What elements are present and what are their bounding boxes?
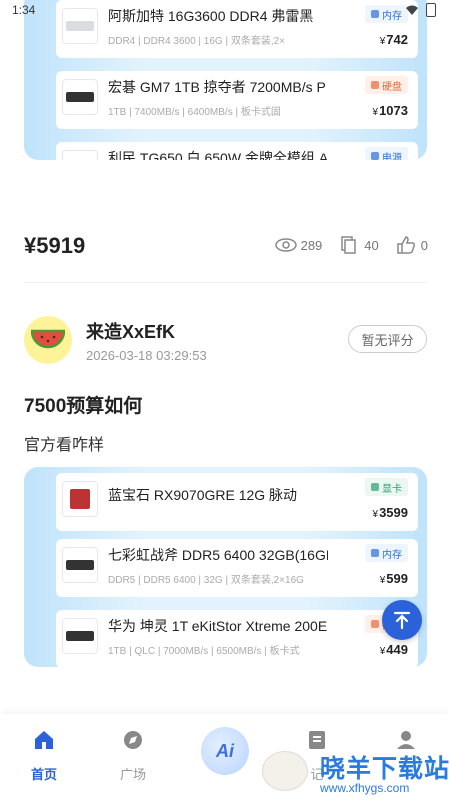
status-icons [406,3,436,17]
product-price: ¥1073 [372,103,408,118]
sheep-mascot-icon [262,751,308,791]
product-thumbnail [62,150,98,160]
copy-stat[interactable]: 40 [338,236,379,254]
status-time: 1:34 [12,3,36,17]
like-stat[interactable]: 0 [395,236,428,254]
product-spec: 1TB | QLC | 7000MB/s | 6500MB/s | 板卡式 [108,646,300,657]
product-title: 华为 坤灵 1T eKitStor Xtreme 200E [108,618,328,634]
compass-icon [124,731,142,749]
total-price: ¥5919 [24,233,86,258]
product-card[interactable]: 利民 TG650 白 650W 金牌全模组 A 电源 [56,142,418,160]
product-price: ¥599 [379,571,408,586]
product-spec: 1TB | 7400MB/s | 6400MB/s | 板卡式固 [108,107,281,118]
product-title: 蓝宝石 RX9070GRE 12G 脉动 [108,487,298,503]
post-timestamp: 2026-03-18 03:29:53 [86,348,207,363]
category-badge: 硬盘 [365,76,408,94]
nav-item-plaza[interactable]: 广场 [98,714,168,800]
product-title: 宏碁 GM7 1TB 掠夺者 7200MB/s P [108,79,326,95]
nav-item-home[interactable]: 首页 [9,714,79,800]
category-badge: 电源 [365,147,408,160]
post-stats: 289 40 0 [274,236,428,254]
watermark: 晓羊下载站 www.xfhygs.com [262,745,450,800]
back-to-top-button[interactable] [382,600,422,640]
disk-icon [371,620,379,628]
watermelon-icon [31,329,65,349]
product-card[interactable]: 七彩虹战斧 DDR5 6400 32GB(16GB DDR5 | DDR5 64… [56,539,418,597]
product-price: ¥449 [379,642,408,657]
home-icon [35,731,53,749]
category-badge: 显卡 [365,478,408,496]
thumbs-up-icon [397,236,415,254]
product-card[interactable]: 宏碁 GM7 1TB 掠夺者 7200MB/s P 1TB | 7400MB/s… [56,71,418,129]
product-thumbnail [62,481,98,517]
nav-label: 广场 [119,767,146,782]
post-title: 7500预算如何 [24,396,143,417]
post2-product-panel[interactable]: 蓝宝石 RX9070GRE 12G 脉动 显卡 ¥3599 七彩虹战斧 DDR5… [24,467,427,667]
product-spec: DDR4 | DDR4 3600 | 16G | 双条套装,2× [108,36,286,47]
product-card[interactable]: 华为 坤灵 1T eKitStor Xtreme 200E 1TB | QLC … [56,610,418,667]
product-card[interactable]: 蓝宝石 RX9070GRE 12G 脉动 显卡 ¥3599 [56,473,418,531]
power-icon [371,152,379,160]
product-title: 利民 TG650 白 650W 金牌全模组 A [108,150,328,160]
product-thumbnail [62,547,98,583]
gpu-icon [371,483,379,491]
avatar[interactable] [24,316,72,364]
product-thumbnail [62,79,98,115]
username[interactable]: 来造XxEfK [86,318,175,344]
category-badge: 内存 [365,544,408,562]
product-title: 七彩虹战斧 DDR5 6400 32GB(16GB [108,547,328,563]
views-stat: 289 [274,236,322,254]
post-body: 官方看咋样 [24,437,105,454]
divider [24,282,427,283]
nav-label: 首页 [30,767,57,782]
ai-assistant-button[interactable]: Ai [201,727,249,775]
watermark-text: 晓羊下载站 [320,754,450,783]
product-price: ¥3599 [372,505,408,520]
product-spec: DDR5 | DDR5 6400 | 32G | 双条套装,2×16G [108,575,304,586]
memory-icon [371,549,379,557]
eye-icon [274,238,297,252]
disk-icon [371,81,379,89]
product-thumbnail [62,618,98,654]
arrow-up-icon [393,611,411,630]
status-bar: 1:34 [0,0,450,22]
watermark-url: www.xfhygs.com [320,781,410,795]
copy-icon [341,236,357,254]
battery-icon [426,3,436,17]
product-price: ¥742 [379,32,408,47]
post1-product-panel[interactable]: 阿斯加特 16G3600 DDR4 弗雷黑 DDR4 | DDR4 3600 |… [24,0,427,160]
rating-button[interactable]: 暂无评分 [348,325,427,353]
wifi-icon [406,5,418,15]
